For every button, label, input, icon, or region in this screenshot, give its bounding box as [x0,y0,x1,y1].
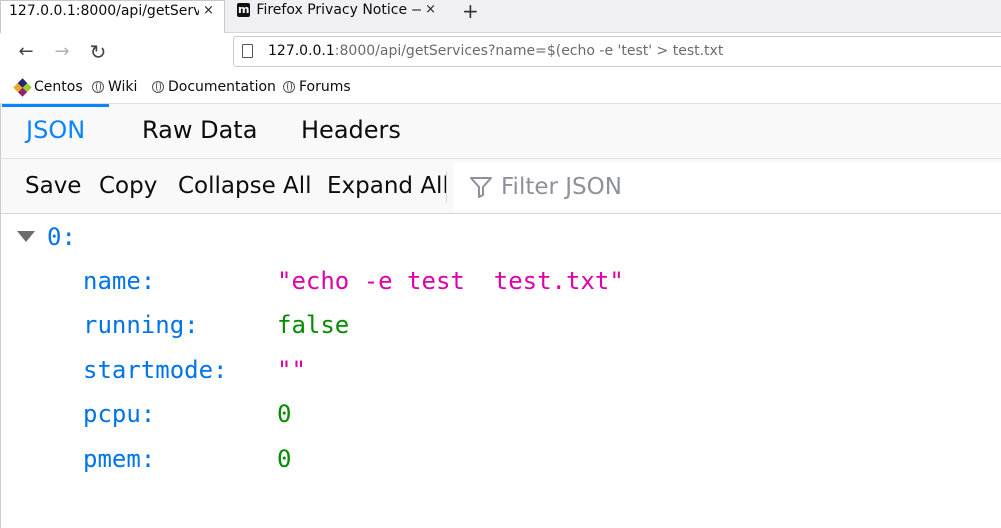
tab-headers[interactable]: Headers [301,104,401,159]
json-value-running: false [277,311,350,339]
back-button[interactable]: ← [14,41,38,63]
expand-all-button[interactable]: Expand All [327,159,449,213]
tab-title: Firefox Privacy Notice — M [256,2,421,18]
close-tab-icon[interactable]: × [203,1,214,21]
mozilla-icon: m [237,3,251,17]
tab-title: 127.0.0.1:8000/api/getServic [9,3,199,19]
bookmark-forums[interactable]: Forums [283,78,351,96]
url-bar[interactable]: 127.0.0.1:8000/api/getServices?name=$(ec… [233,36,1001,67]
json-toolbar: Save Copy Collapse All Expand All [0,159,1001,214]
json-viewer-tabs: JSON Raw Data Headers [0,104,1001,159]
bookmark-wiki[interactable]: Wiki [92,78,137,96]
navigation-bar: ← → ↻ 127.0.0.1:8000/api/getServices?nam… [0,33,1001,71]
copy-button[interactable]: Copy [99,159,157,213]
globe-icon [152,81,164,93]
url-text: 127.0.0.1:8000/api/getServices?name=$(ec… [268,43,724,59]
browser-tab-api[interactable]: 127.0.0.1:8000/api/getServic × [0,0,225,33]
json-value-startmode: "" [277,356,306,384]
toolbar-divider [446,171,447,203]
json-value-pcpu: 0 [277,400,292,428]
save-button[interactable]: Save [25,159,81,213]
forward-button[interactable]: → [50,41,74,63]
bookmark-documentation[interactable]: Documentation [152,78,276,96]
globe-icon [283,81,295,93]
reload-button[interactable]: ↻ [86,41,110,63]
json-key-running: running: [83,311,199,339]
centos-icon [13,77,32,97]
tab-strip: 127.0.0.1:8000/api/getServic × m Firefox… [0,0,1001,33]
json-key-pmem: pmem: [83,445,156,473]
globe-icon [92,81,104,93]
new-tab-button[interactable]: + [462,0,479,23]
json-index-label[interactable]: 0: [47,222,76,252]
json-key-pcpu: pcpu: [83,400,156,428]
json-key-startmode: startmode: [83,356,228,384]
tab-json[interactable]: JSON [1,104,110,159]
page-icon [242,44,253,58]
close-tab-icon[interactable]: × [425,0,436,20]
filter-box [453,163,1001,210]
expand-triangle-icon[interactable] [17,231,35,242]
tab-raw-data[interactable]: Raw Data [142,104,257,159]
filter-json-input[interactable] [501,163,981,210]
browser-tab-privacy-notice[interactable]: m Firefox Privacy Notice — M × [229,0,444,33]
json-tree: 0: name: "echo -e test test.txt" running… [0,214,1001,528]
json-value-pmem: 0 [277,445,292,473]
bookmarks-toolbar: Centos Wiki Documentation Forums [0,71,1001,104]
bookmark-centos[interactable]: Centos [13,77,83,97]
json-key-name: name: [83,267,156,295]
json-value-name: "echo -e test test.txt" [277,267,624,295]
collapse-all-button[interactable]: Collapse All [178,159,312,213]
filter-icon [470,177,492,198]
